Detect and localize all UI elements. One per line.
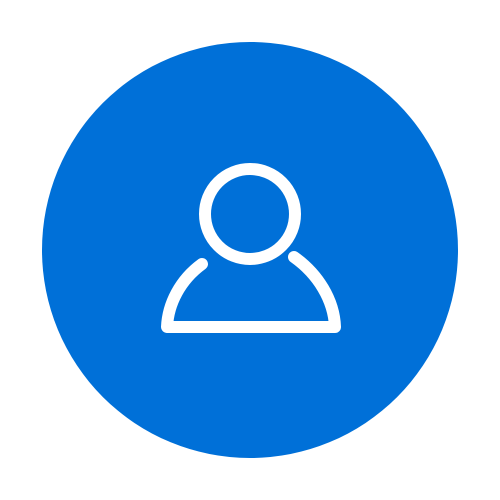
user-icon	[161, 163, 341, 333]
user-body-shape	[161, 251, 341, 333]
page-canvas	[0, 0, 500, 500]
user-head-shape	[199, 163, 301, 265]
avatar[interactable]	[42, 42, 458, 458]
